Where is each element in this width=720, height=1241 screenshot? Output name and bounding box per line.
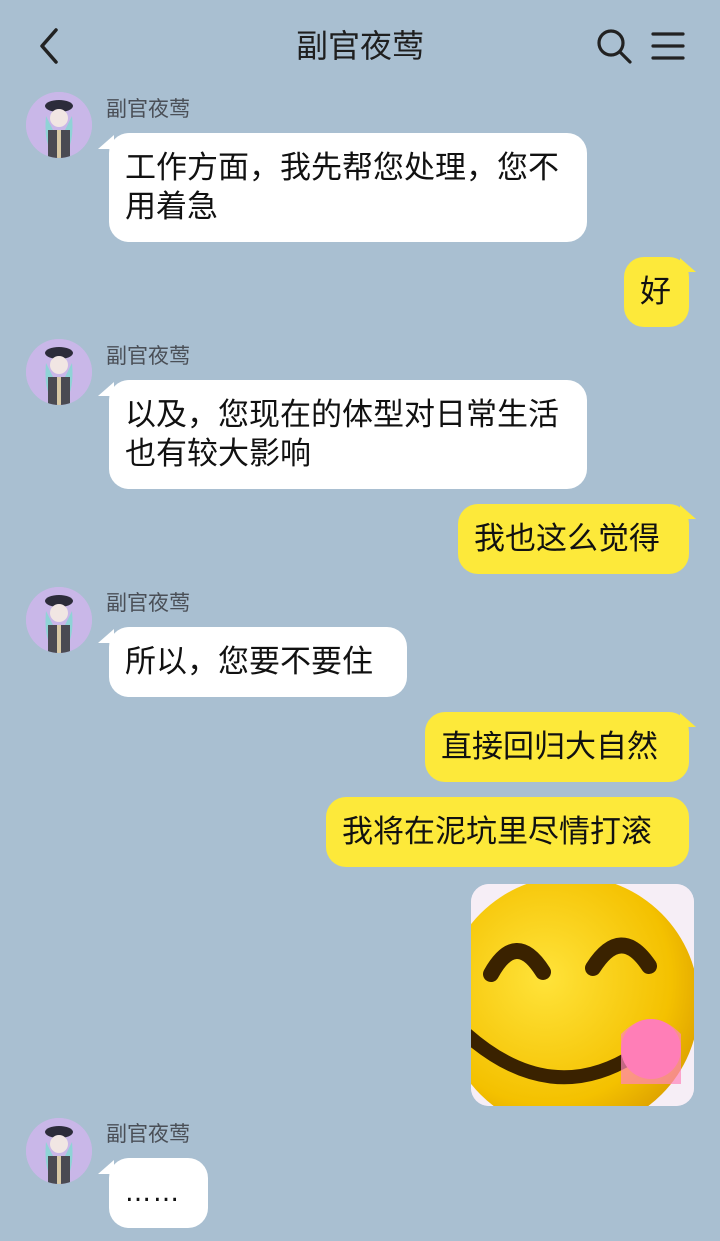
message-bubble[interactable]: 直接回归大自然 (425, 712, 689, 782)
avatar-image (26, 1118, 92, 1184)
bubble-tail (680, 713, 696, 727)
message-bubble[interactable]: 工作方面，我先帮您处理，您不用着急 (109, 133, 587, 242)
sender-name: 副官夜莺 (106, 344, 190, 368)
message-bubble[interactable]: …… (109, 1158, 208, 1228)
sender-name: 副官夜莺 (106, 1122, 190, 1146)
avatar[interactable] (26, 339, 92, 405)
avatar-image (26, 92, 92, 158)
bubble-tail (680, 505, 696, 519)
smiling-emoji-sticker[interactable] (471, 884, 694, 1106)
sender-name: 副官夜莺 (106, 591, 190, 615)
avatar-image (26, 587, 92, 653)
message-bubble[interactable]: 以及，您现在的体型对日常生活也有较大影响 (109, 380, 587, 489)
bubble-tail (680, 258, 696, 272)
avatar[interactable] (26, 92, 92, 158)
avatar-image (26, 339, 92, 405)
sticker-image (471, 884, 694, 1106)
message-bubble[interactable]: 所以，您要不要住 (109, 627, 407, 697)
top-bar: 副官夜莺 (0, 0, 720, 92)
message-bubble[interactable]: 我也这么觉得 (458, 504, 689, 574)
avatar[interactable] (26, 1118, 92, 1184)
search-icon[interactable] (594, 26, 634, 66)
message-bubble[interactable]: 我将在泥坑里尽情打滚 (326, 797, 689, 867)
avatar[interactable] (26, 587, 92, 653)
sender-name: 副官夜莺 (106, 97, 190, 121)
menu-icon[interactable] (648, 26, 688, 66)
